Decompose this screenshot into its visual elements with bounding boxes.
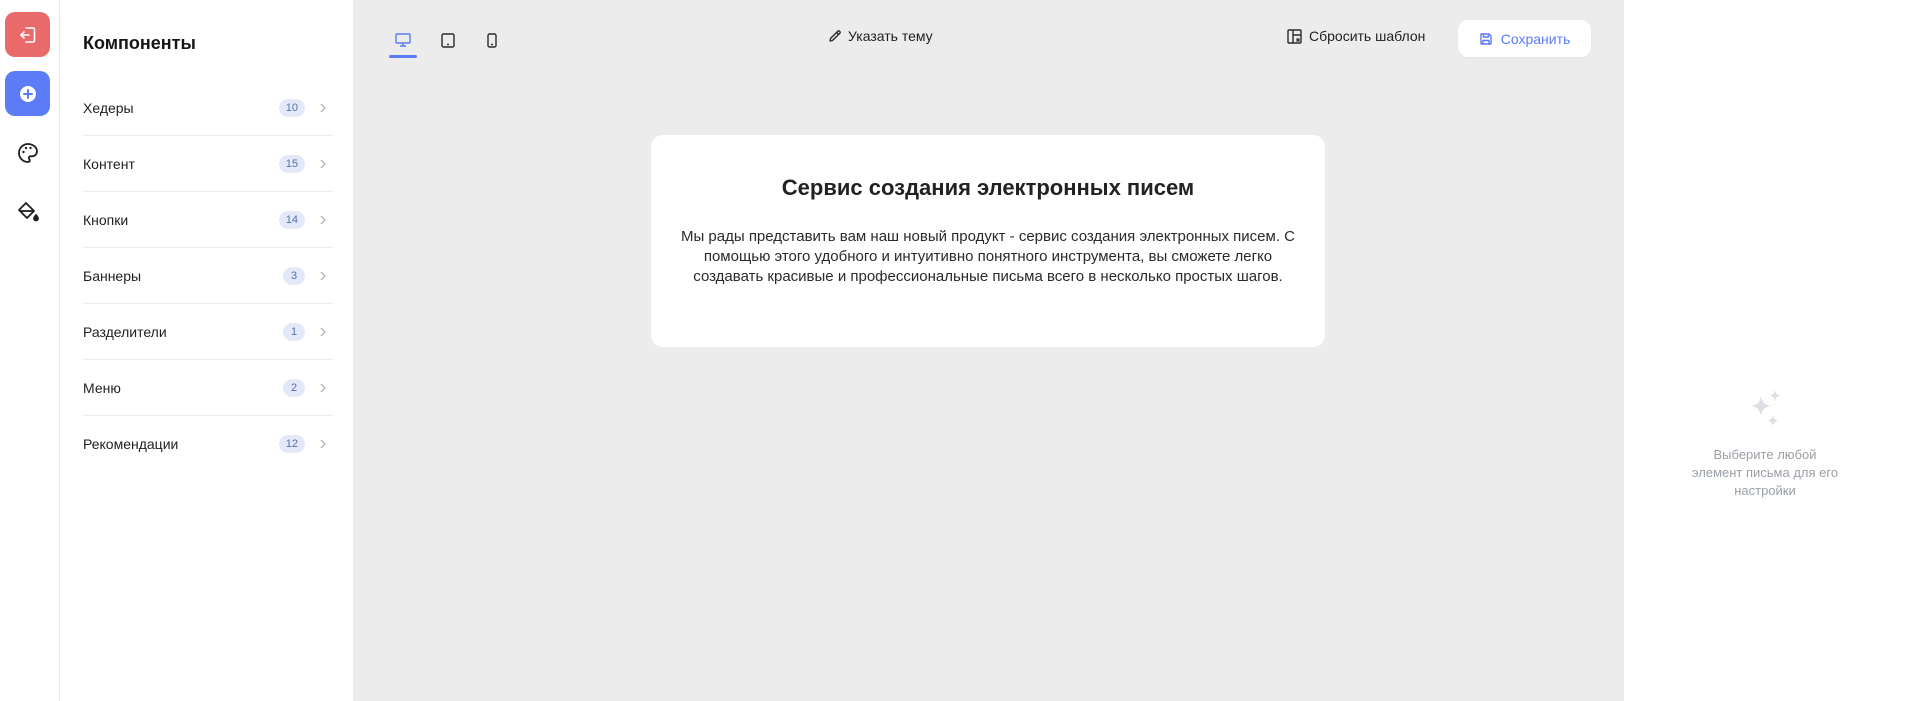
- component-label: Хедеры: [83, 99, 134, 116]
- component-item-recommendations[interactable]: Рекомендации 12: [83, 416, 333, 472]
- reset-template-label: Сбросить шаблон: [1309, 28, 1426, 44]
- chevron-right-icon: [317, 326, 329, 338]
- component-count-badge: 15: [278, 154, 305, 173]
- component-count-badge: 10: [278, 98, 305, 117]
- settings-hint-text: Выберите любой элемент письма для его на…: [1691, 447, 1839, 498]
- component-item-menu[interactable]: Меню 2: [83, 360, 333, 416]
- component-count-badge: 12: [278, 435, 305, 453]
- palette-icon: [17, 142, 38, 163]
- settings-empty-state: Выберите любой элемент письма для его на…: [1624, 388, 1906, 500]
- chevron-right-icon: [317, 214, 329, 226]
- set-theme-button[interactable]: Указать тему: [828, 28, 933, 44]
- app-rail: [0, 0, 60, 701]
- reset-layout-icon: [1287, 28, 1302, 44]
- component-item-buttons[interactable]: Кнопки 14: [83, 192, 333, 248]
- component-item-banners[interactable]: Баннеры 3: [83, 248, 333, 304]
- fill-button[interactable]: [5, 189, 50, 234]
- save-icon: [1480, 32, 1492, 45]
- palette-button[interactable]: [5, 130, 50, 175]
- tablet-view-button[interactable]: [434, 24, 462, 56]
- component-item-dividers[interactable]: Разделители 1: [83, 304, 333, 360]
- sparkles-icon: [1751, 390, 1781, 427]
- mobile-icon: [487, 32, 497, 48]
- plus-circle-icon: [19, 85, 36, 102]
- exit-icon: [19, 26, 35, 43]
- email-body-text: Мы рады представить вам наш новый продук…: [680, 228, 1296, 285]
- component-count-badge: 2: [283, 378, 305, 397]
- component-label: Рекомендации: [83, 436, 179, 452]
- mobile-view-button[interactable]: [478, 24, 506, 56]
- chevron-right-icon: [317, 382, 329, 394]
- chevron-right-icon: [317, 270, 329, 282]
- save-button[interactable]: Сохранить: [1458, 20, 1591, 57]
- desktop-icon: [395, 33, 411, 47]
- tablet-icon: [441, 32, 455, 48]
- editor-toolbar: Указать тему Сбросить шаблон Сохранить: [353, 0, 1624, 76]
- component-item-headers[interactable]: Хедеры 10: [83, 80, 333, 136]
- components-title: Компоненты: [83, 33, 196, 53]
- component-count-badge: 1: [283, 322, 305, 341]
- editor-canvas: Указать тему Сбросить шаблон Сохранить С…: [353, 0, 1624, 701]
- email-title: Сервис создания электронных писем: [781, 175, 1195, 200]
- pencil-icon: [829, 30, 841, 42]
- paint-bucket-icon: [17, 201, 39, 221]
- set-theme-label: Указать тему: [848, 28, 933, 44]
- component-label: Контент: [83, 155, 135, 172]
- components-panel: Компоненты Хедеры 10 Контент 15 Кнопки 1…: [60, 0, 353, 701]
- add-component-button[interactable]: [5, 71, 50, 116]
- save-label: Сохранить: [1500, 30, 1571, 47]
- email-block[interactable]: Сервис создания электронных писем Мы рад…: [651, 135, 1325, 347]
- reset-template-button[interactable]: Сбросить шаблон: [1287, 28, 1425, 44]
- component-label: Разделители: [83, 323, 167, 340]
- component-count-badge: 3: [283, 266, 305, 285]
- settings-panel: Выберите любой элемент письма для его на…: [1624, 0, 1906, 701]
- exit-button[interactable]: [5, 12, 50, 57]
- component-label: Кнопки: [83, 211, 129, 228]
- components-list: Хедеры 10 Контент 15 Кнопки 14 Баннеры 3…: [83, 80, 333, 472]
- component-label: Баннеры: [83, 267, 142, 284]
- chevron-right-icon: [317, 158, 329, 170]
- desktop-view-button[interactable]: [389, 24, 417, 58]
- chevron-right-icon: [317, 438, 329, 450]
- component-count-badge: 14: [278, 210, 305, 229]
- chevron-right-icon: [317, 102, 329, 114]
- component-label: Меню: [83, 379, 121, 396]
- component-item-content[interactable]: Контент 15: [83, 136, 333, 192]
